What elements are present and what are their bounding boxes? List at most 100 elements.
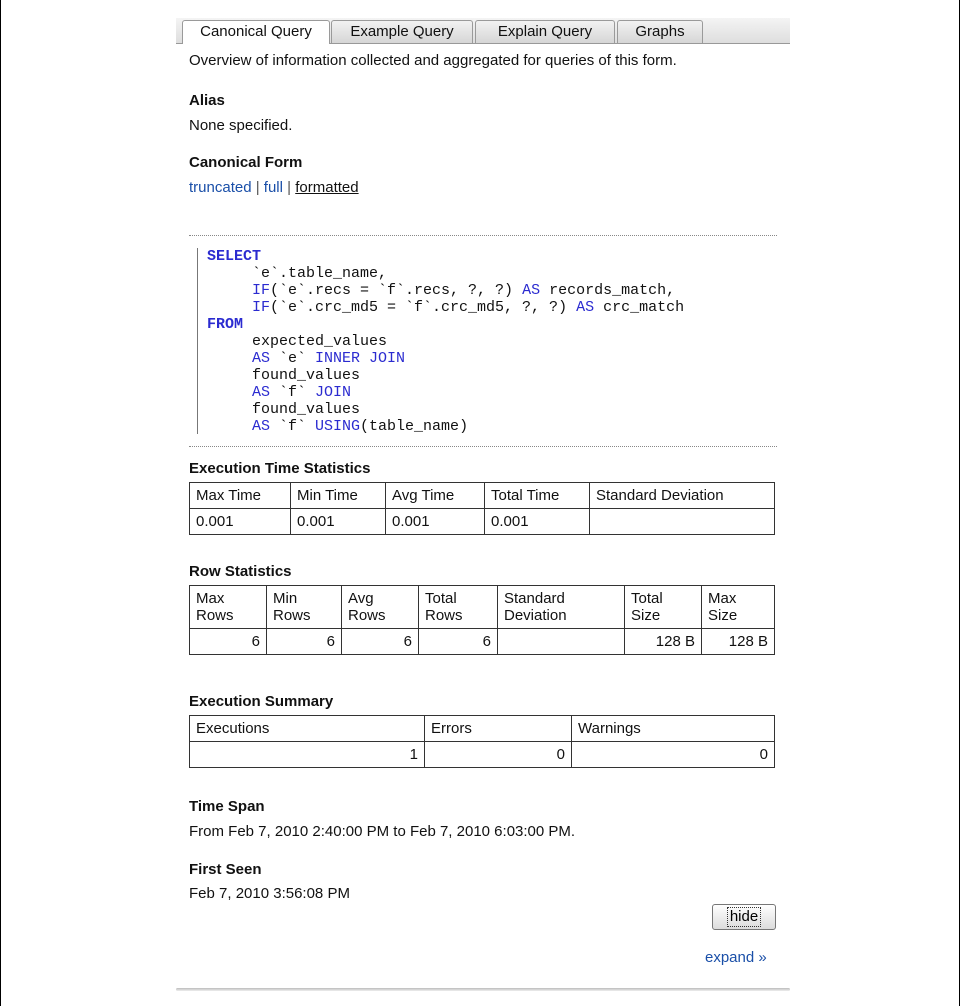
formatted-link[interactable]: formatted bbox=[295, 179, 358, 196]
header-line: Size bbox=[631, 607, 661, 624]
table-header-row: Max Rows Min Rows Avg Rows Total Rows Standa… bbox=[189, 585, 775, 629]
panel-bottom-edge bbox=[176, 988, 790, 991]
execution-time-heading: Execution Time Statistics bbox=[189, 460, 371, 477]
column-header: Min Rows bbox=[266, 585, 342, 629]
table-cell: 0.001 bbox=[385, 508, 485, 535]
sql-keyword: AS bbox=[207, 418, 271, 435]
sql-keyword: INNER JOIN bbox=[315, 350, 406, 367]
table-cell: 6 bbox=[418, 628, 498, 655]
sql-line: `f` bbox=[270, 418, 316, 435]
table-cell: 6 bbox=[341, 628, 419, 655]
column-header: Avg Rows bbox=[341, 585, 419, 629]
canonical-form-links: truncated | full | formatted bbox=[189, 179, 359, 196]
table-cell bbox=[497, 628, 625, 655]
header-line: Max bbox=[196, 590, 225, 607]
header-line: Rows bbox=[273, 607, 311, 624]
table-row: 0.001 0.001 0.001 0.001 bbox=[189, 508, 775, 535]
column-header: Warnings bbox=[571, 715, 775, 742]
expand-link[interactable]: expand » bbox=[705, 949, 767, 966]
canonical-form-heading: Canonical Form bbox=[189, 154, 303, 171]
alias-value: None specified. bbox=[189, 117, 293, 134]
table-cell: 0 bbox=[571, 741, 775, 768]
header-line: Rows bbox=[348, 607, 386, 624]
sql-line: `e`.table_name, bbox=[207, 265, 388, 282]
column-header: Executions bbox=[189, 715, 425, 742]
column-header: Standard Deviation bbox=[497, 585, 625, 629]
row-statistics-table: Max Rows Min Rows Avg Rows Total Rows Standa… bbox=[189, 585, 775, 655]
table-cell: 0.001 bbox=[484, 508, 590, 535]
execution-time-table: Max Time Min Time Avg Time Total Time St… bbox=[189, 482, 775, 535]
header-line: Min bbox=[273, 590, 298, 607]
header-line: Deviation bbox=[504, 607, 567, 624]
table-cell: 1 bbox=[189, 741, 425, 768]
sql-keyword: AS bbox=[207, 384, 271, 401]
table-cell: 0 bbox=[424, 741, 572, 768]
sql-keyword: FROM bbox=[207, 316, 244, 333]
header-line: Max bbox=[708, 590, 737, 607]
column-header: Total Time bbox=[484, 482, 590, 509]
hide-button[interactable]: hide bbox=[712, 904, 776, 930]
sql-keyword: IF bbox=[207, 299, 271, 316]
first-seen-heading: First Seen bbox=[189, 861, 262, 878]
time-span-value: From Feb 7, 2010 2:40:00 PM to Feb 7, 20… bbox=[189, 823, 576, 840]
header-line: Total bbox=[631, 590, 663, 607]
execution-summary-heading: Execution Summary bbox=[189, 693, 334, 710]
tab-bar: Canonical Query Example Query Explain Qu… bbox=[176, 18, 790, 44]
column-header: Min Time bbox=[290, 482, 386, 509]
sql-line: `e` bbox=[270, 350, 316, 367]
full-link[interactable]: full bbox=[264, 179, 283, 196]
sql-line: `f` bbox=[270, 384, 316, 401]
sql-line: records_match, bbox=[540, 282, 676, 299]
table-row: 1 0 0 bbox=[189, 741, 775, 768]
tab-example-query[interactable]: Example Query bbox=[331, 20, 473, 43]
truncated-link[interactable]: truncated bbox=[189, 179, 252, 196]
column-header: Max Size bbox=[701, 585, 775, 629]
sql-keyword: AS bbox=[522, 282, 541, 299]
link-separator: | bbox=[255, 179, 260, 196]
sql-keyword: AS bbox=[576, 299, 595, 316]
header-line: Standard bbox=[504, 590, 565, 607]
column-header: Avg Time bbox=[385, 482, 485, 509]
tab-explain-query[interactable]: Explain Query bbox=[475, 20, 615, 43]
row-statistics-heading: Row Statistics bbox=[189, 563, 292, 580]
execution-summary-table: Executions Errors Warnings 1 0 0 bbox=[189, 715, 775, 768]
sql-keyword: AS bbox=[207, 350, 271, 367]
sql-keyword: USING bbox=[315, 418, 361, 435]
sql-keyword: JOIN bbox=[315, 384, 352, 401]
tab-graphs[interactable]: Graphs bbox=[617, 20, 703, 43]
query-details-panel: Canonical Query Example Query Explain Qu… bbox=[176, 18, 790, 988]
sql-line: crc_match bbox=[594, 299, 685, 316]
header-line: Total bbox=[425, 590, 457, 607]
table-cell: 6 bbox=[266, 628, 342, 655]
table-cell: 0.001 bbox=[290, 508, 386, 535]
sql-code-block: SELECT `e`.table_name, IF(`e`.recs = `f`… bbox=[189, 235, 777, 447]
table-header-row: Max Time Min Time Avg Time Total Time St… bbox=[189, 482, 775, 509]
tab-canonical-query[interactable]: Canonical Query bbox=[182, 20, 330, 44]
table-cell: 0.001 bbox=[189, 508, 291, 535]
code-gutter-line bbox=[197, 248, 198, 434]
column-header: Total Rows bbox=[418, 585, 498, 629]
sql-line: (`e`.recs = `f`.recs, ?, ?) bbox=[270, 282, 523, 299]
first-seen-value: Feb 7, 2010 3:56:08 PM bbox=[189, 885, 350, 902]
sql-keyword: SELECT bbox=[207, 248, 262, 265]
sql-line: found_values bbox=[207, 367, 361, 384]
sql-line: (`e`.crc_md5 = `f`.crc_md5, ?, ?) bbox=[270, 299, 577, 316]
sql-keyword: IF bbox=[207, 282, 271, 299]
table-cell: 128 B bbox=[624, 628, 702, 655]
column-header: Max Rows bbox=[189, 585, 267, 629]
header-line: Rows bbox=[196, 607, 234, 624]
overview-text: Overview of information collected and ag… bbox=[189, 52, 677, 69]
table-cell: 128 B bbox=[701, 628, 775, 655]
time-span-heading: Time Span bbox=[189, 798, 265, 815]
column-header: Max Time bbox=[189, 482, 291, 509]
sql-code: SELECT `e`.table_name, IF(`e`.recs = `f`… bbox=[207, 248, 684, 435]
alias-heading: Alias bbox=[189, 92, 225, 109]
sql-line: (table_name) bbox=[360, 418, 469, 435]
header-line: Avg bbox=[348, 590, 374, 607]
table-row: 6 6 6 6 128 B 128 B bbox=[189, 628, 775, 655]
sql-line: found_values bbox=[207, 401, 361, 418]
link-separator: | bbox=[287, 179, 292, 196]
header-line: Size bbox=[708, 607, 738, 624]
header-line: Rows bbox=[425, 607, 463, 624]
sql-line: expected_values bbox=[207, 333, 388, 350]
